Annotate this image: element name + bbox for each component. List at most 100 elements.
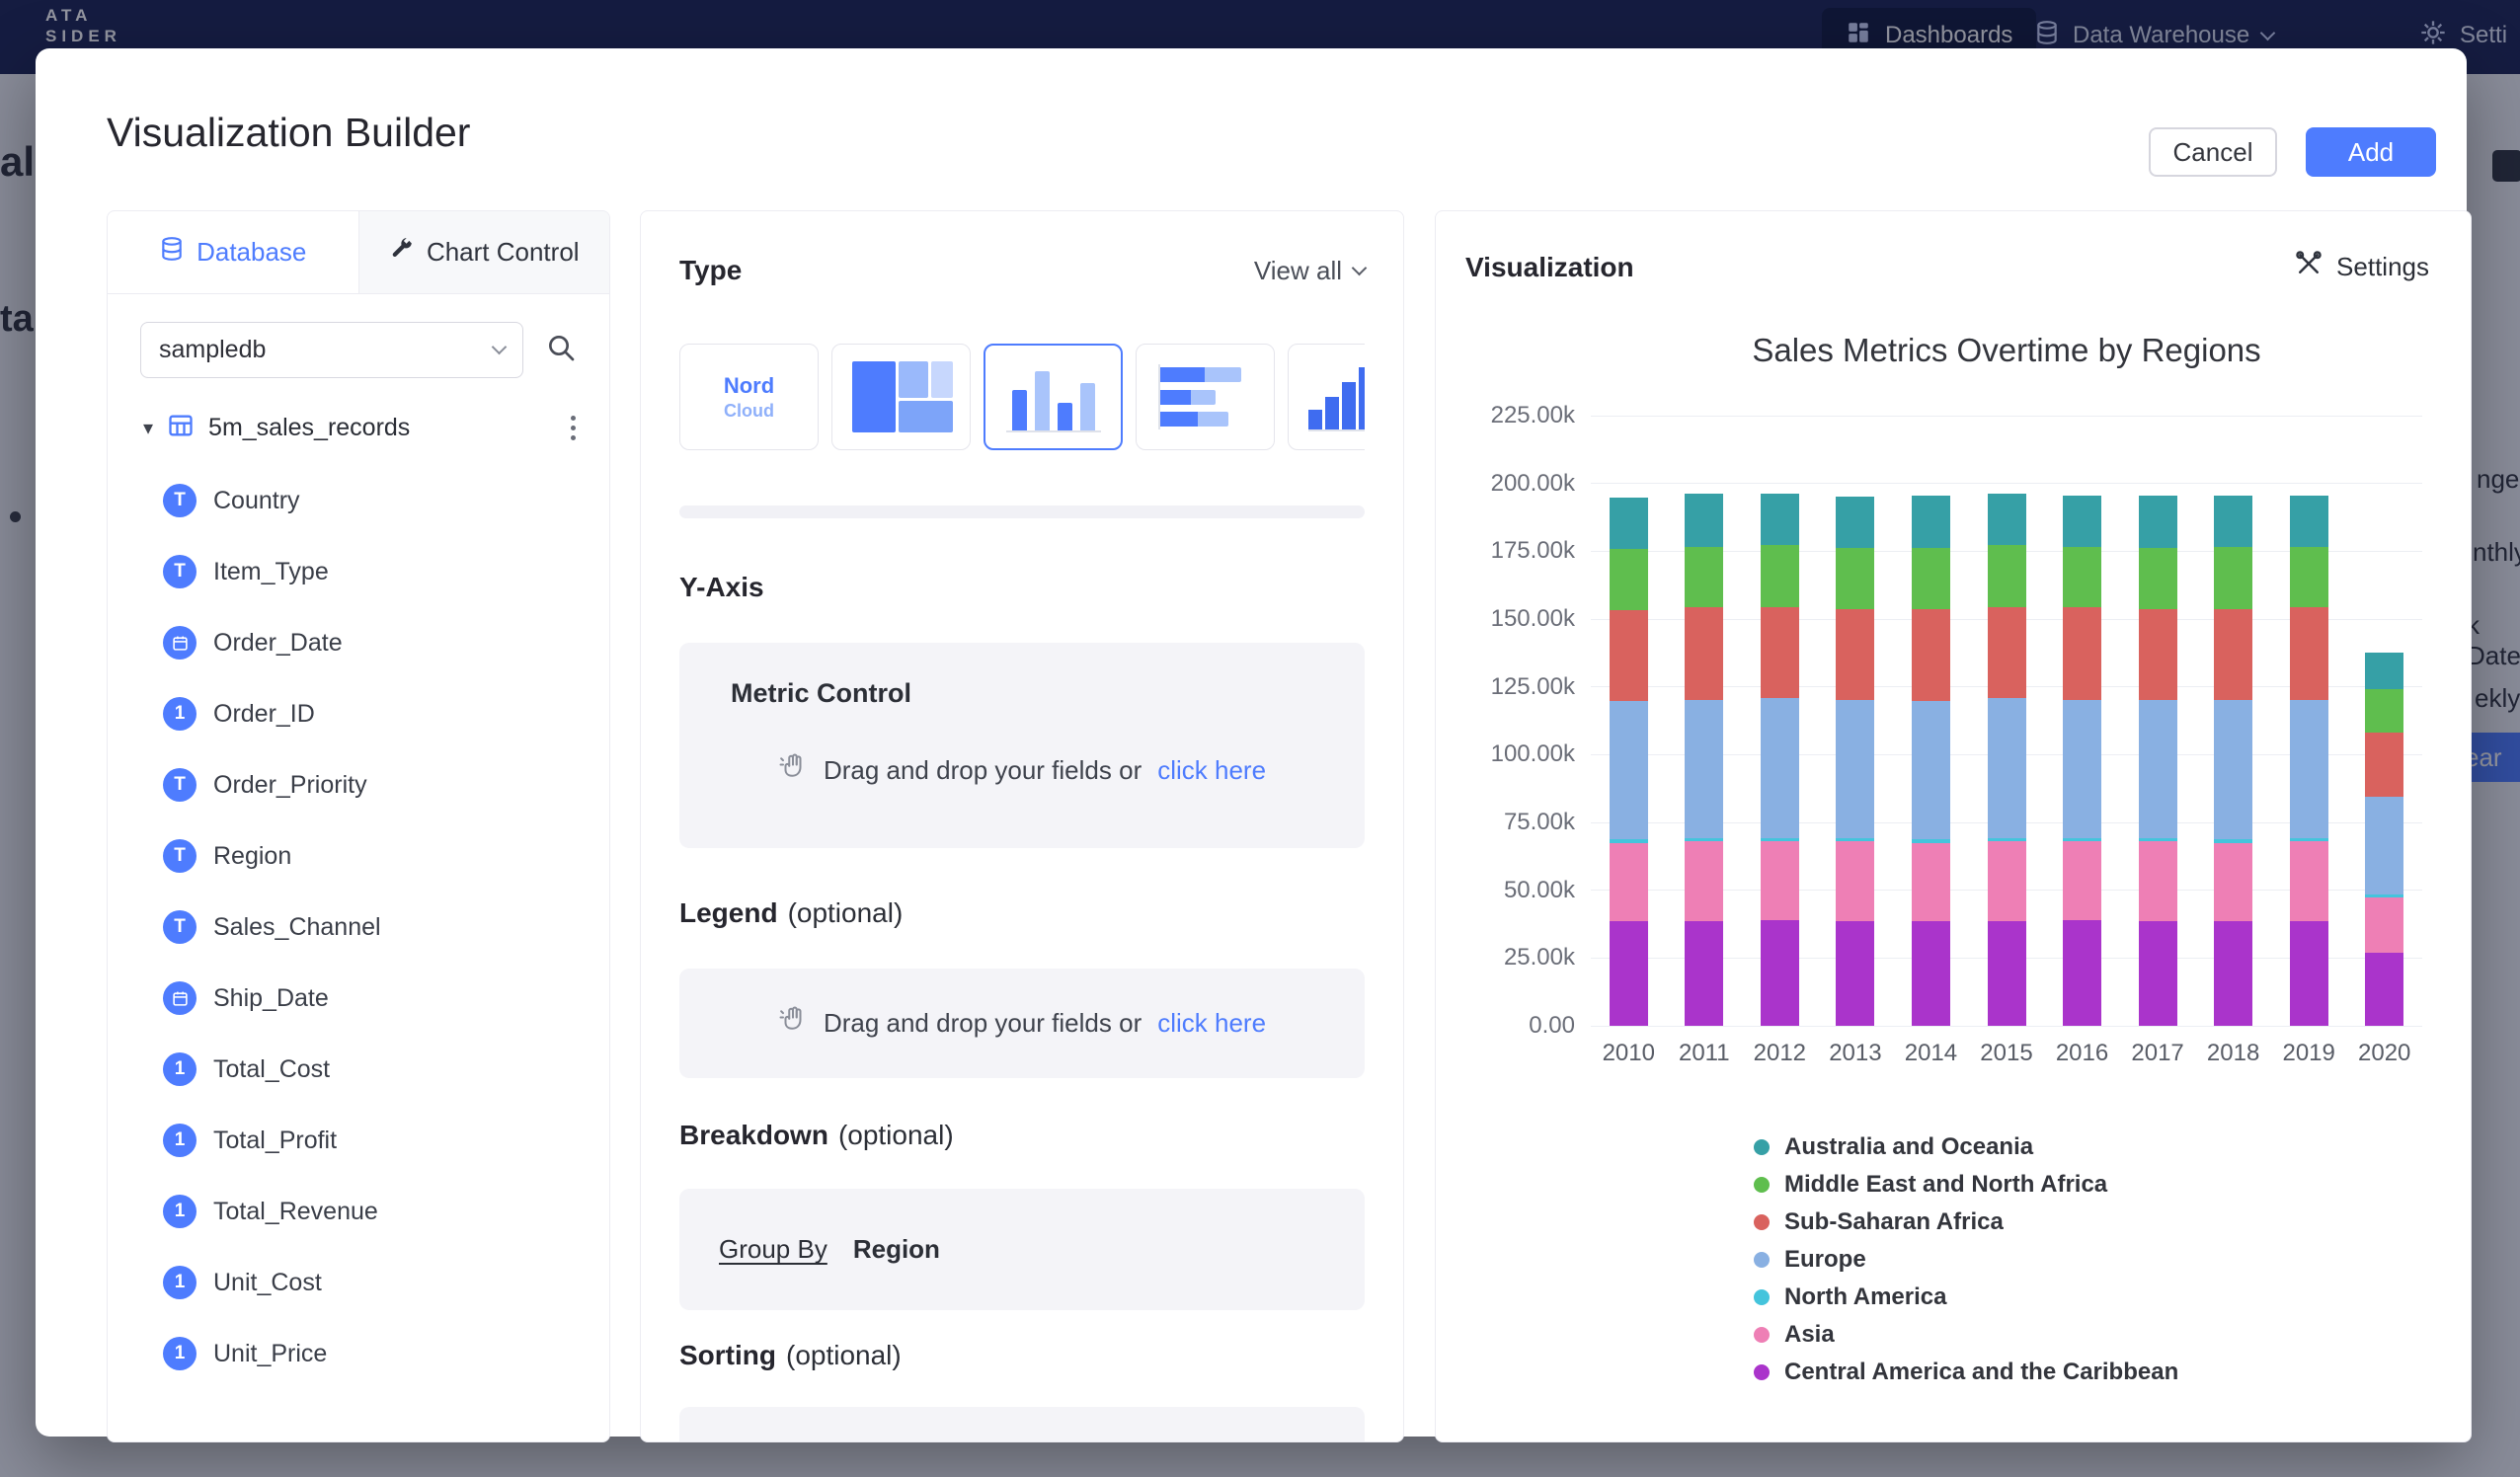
field-row[interactable]: 1Total_Revenue bbox=[108, 1176, 609, 1247]
bar-segment[interactable] bbox=[1685, 547, 1723, 608]
bar-segment[interactable] bbox=[2290, 838, 2328, 841]
bar-segment[interactable] bbox=[1610, 701, 1648, 839]
bar-segment[interactable] bbox=[1912, 921, 1950, 1026]
legend-item[interactable]: Central America and the Caribbean bbox=[1754, 1354, 2178, 1391]
bar-segment[interactable] bbox=[2214, 843, 2252, 922]
kebab-menu-icon[interactable] bbox=[567, 412, 580, 444]
bar-segment[interactable] bbox=[2139, 841, 2177, 921]
field-row[interactable]: 1Unit_Cost bbox=[108, 1247, 609, 1318]
bar-segment[interactable] bbox=[1988, 607, 2026, 698]
bar-segment[interactable] bbox=[1912, 843, 1950, 922]
bar-segment[interactable] bbox=[2139, 548, 2177, 609]
metric-control-dropzone[interactable]: Metric Control Drag and drop your fields… bbox=[679, 643, 1365, 848]
bar-segment[interactable] bbox=[2063, 838, 2101, 841]
bar-segment[interactable] bbox=[1988, 921, 2026, 1026]
bar-segment[interactable] bbox=[1610, 839, 1648, 842]
bar-segment[interactable] bbox=[2139, 496, 2177, 549]
legend-item[interactable]: Asia bbox=[1754, 1316, 2178, 1354]
view-all-button[interactable]: View all bbox=[1254, 256, 1365, 286]
bar-segment[interactable] bbox=[1610, 843, 1648, 922]
bar-segment[interactable] bbox=[2365, 689, 2403, 733]
legend-dropzone[interactable]: Drag and drop your fields or click here bbox=[679, 969, 1365, 1078]
bar-segment[interactable] bbox=[2139, 700, 2177, 838]
chart-settings-button[interactable]: Settings bbox=[2294, 249, 2429, 285]
chart-type-column-chart[interactable] bbox=[984, 344, 1123, 450]
bar-segment[interactable] bbox=[1836, 921, 1874, 1026]
bar-segment[interactable] bbox=[1836, 838, 1874, 841]
add-button[interactable]: Add bbox=[2306, 127, 2436, 177]
legend-item[interactable]: North America bbox=[1754, 1279, 2178, 1316]
bar-segment[interactable] bbox=[1988, 494, 2026, 545]
bar-segment[interactable] bbox=[1685, 921, 1723, 1026]
bar-segment[interactable] bbox=[2365, 733, 2403, 798]
bar-segment[interactable] bbox=[2063, 496, 2101, 547]
bar-segment[interactable] bbox=[2214, 609, 2252, 700]
click-here-link[interactable]: click here bbox=[1157, 755, 1266, 786]
bar-segment[interactable] bbox=[1836, 497, 1874, 548]
field-row[interactable]: 1Total_Cost bbox=[108, 1034, 609, 1105]
bar-segment[interactable] bbox=[1761, 920, 1799, 1026]
bar-segment[interactable] bbox=[1836, 548, 1874, 609]
bar-segment[interactable] bbox=[2290, 547, 2328, 608]
bar-segment[interactable] bbox=[2290, 607, 2328, 699]
field-row[interactable]: TItem_Type bbox=[108, 536, 609, 607]
sorting-dropzone[interactable]: Date Range Ascending bbox=[679, 1407, 1365, 1442]
bar-segment[interactable] bbox=[1610, 498, 1648, 549]
tab-chart-control[interactable]: Chart Control bbox=[358, 211, 610, 293]
field-row[interactable]: TSales_Channel bbox=[108, 892, 609, 963]
bar-segment[interactable] bbox=[1988, 838, 2026, 841]
bar-segment[interactable] bbox=[2290, 921, 2328, 1026]
bar-segment[interactable] bbox=[2290, 496, 2328, 547]
group-by-link[interactable]: Group By bbox=[719, 1234, 827, 1265]
field-row[interactable]: Order_Date bbox=[108, 607, 609, 678]
bar-segment[interactable] bbox=[2063, 700, 2101, 838]
bar-segment[interactable] bbox=[2365, 894, 2403, 896]
bar-segment[interactable] bbox=[1912, 839, 1950, 842]
bar-segment[interactable] bbox=[1836, 841, 1874, 921]
breakdown-dropzone[interactable]: Group By Region bbox=[679, 1189, 1365, 1310]
field-row[interactable]: 1Total_Profit bbox=[108, 1105, 609, 1176]
field-row[interactable]: 1Unit_Price bbox=[108, 1318, 609, 1389]
bar-segment[interactable] bbox=[2063, 607, 2101, 699]
bar-segment[interactable] bbox=[1912, 496, 1950, 549]
chart-type-word-cloud[interactable]: NordCloud bbox=[679, 344, 819, 450]
bar-segment[interactable] bbox=[2365, 953, 2403, 1026]
bar-segment[interactable] bbox=[2365, 653, 2403, 689]
chart-type-stacked-horizontal-bar[interactable] bbox=[1136, 344, 1275, 450]
bar-segment[interactable] bbox=[1912, 701, 1950, 839]
bar-segment[interactable] bbox=[2139, 609, 2177, 700]
table-tree-row[interactable]: ▾ 5m_sales_records bbox=[108, 404, 609, 451]
bar-segment[interactable] bbox=[1761, 698, 1799, 837]
bar-segment[interactable] bbox=[2063, 920, 2101, 1026]
bar-segment[interactable] bbox=[2214, 496, 2252, 547]
bar-segment[interactable] bbox=[1610, 549, 1648, 610]
search-icon[interactable] bbox=[545, 332, 577, 368]
bar-segment[interactable] bbox=[2365, 797, 2403, 894]
legend-item[interactable]: Sub-Saharan Africa bbox=[1754, 1204, 2178, 1241]
bar-segment[interactable] bbox=[2063, 841, 2101, 920]
bar-segment[interactable] bbox=[1610, 921, 1648, 1026]
bar-segment[interactable] bbox=[2290, 841, 2328, 921]
bar-segment[interactable] bbox=[1761, 545, 1799, 607]
bar-segment[interactable] bbox=[1836, 700, 1874, 838]
bar-segment[interactable] bbox=[1761, 841, 1799, 920]
legend-item[interactable]: Middle East and North Africa bbox=[1754, 1166, 2178, 1204]
field-row[interactable]: 1Order_ID bbox=[108, 678, 609, 749]
bar-segment[interactable] bbox=[2214, 839, 2252, 842]
bar-segment[interactable] bbox=[1685, 494, 1723, 547]
click-here-link[interactable]: click here bbox=[1157, 1008, 1266, 1039]
field-row[interactable]: Ship_Date bbox=[108, 963, 609, 1034]
legend-item[interactable]: Australia and Oceania bbox=[1754, 1128, 2178, 1166]
bar-segment[interactable] bbox=[2063, 547, 2101, 608]
caret-down-icon[interactable]: ▾ bbox=[143, 416, 153, 440]
bar-segment[interactable] bbox=[1610, 610, 1648, 701]
bar-segment[interactable] bbox=[2139, 921, 2177, 1026]
bar-segment[interactable] bbox=[2365, 897, 2403, 953]
bar-segment[interactable] bbox=[1761, 607, 1799, 698]
field-row[interactable]: TOrder_Priority bbox=[108, 749, 609, 820]
bar-segment[interactable] bbox=[1912, 548, 1950, 609]
legend-item[interactable]: Europe bbox=[1754, 1241, 2178, 1279]
bar-segment[interactable] bbox=[1988, 698, 2026, 837]
chart-type-scrollbar[interactable] bbox=[679, 505, 1365, 518]
bar-segment[interactable] bbox=[1685, 841, 1723, 921]
